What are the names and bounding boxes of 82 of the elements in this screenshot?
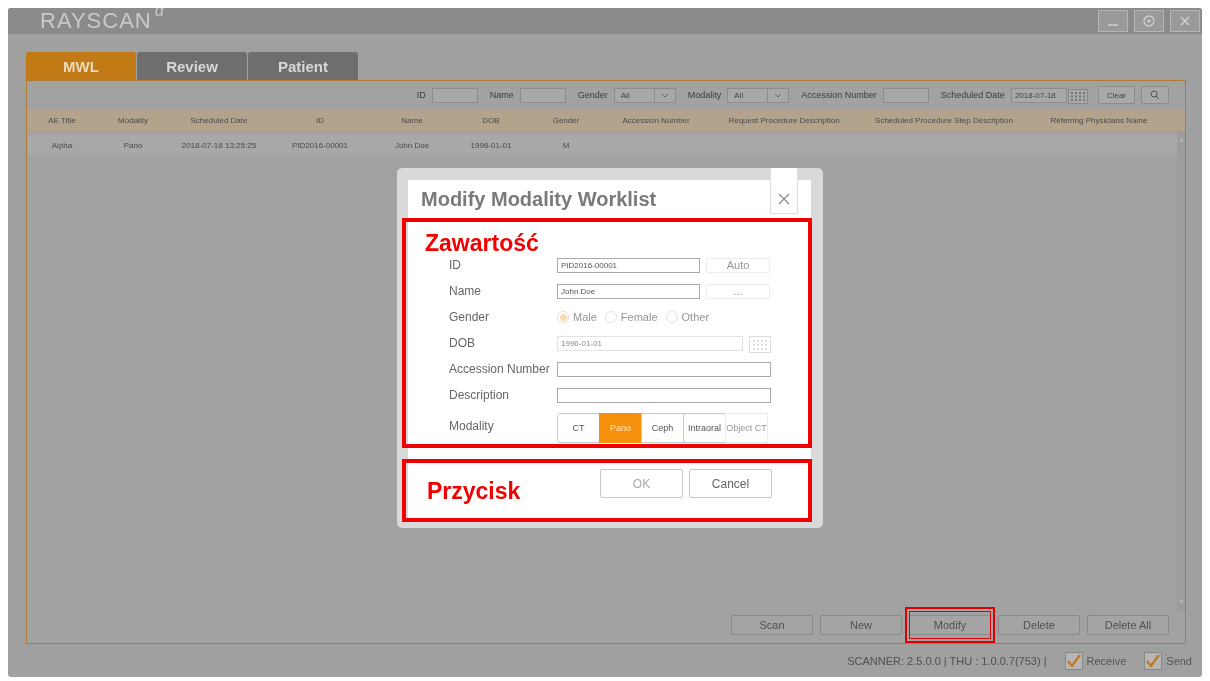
column-header: DOB [481,115,501,125]
modality-option[interactable]: Pano [599,413,642,444]
action-button[interactable]: New [820,615,902,636]
table-cell-text: M [561,140,571,150]
minimize-button[interactable] [1098,10,1128,32]
dropdown[interactable]: All [727,87,790,103]
input-field[interactable] [431,87,478,103]
action-button[interactable]: Scan [731,615,813,636]
field-label: Description [449,388,511,403]
field-label: DOB [449,336,476,351]
radio-label: Male [573,311,597,324]
field-label: Gender [449,310,491,325]
calendar-icon[interactable] [1067,86,1088,104]
search-button[interactable] [1141,86,1169,105]
column-header: Name [400,115,424,125]
field-label: Accession Number [449,362,551,377]
settings-icon [1142,14,1156,28]
input-field[interactable] [557,361,771,377]
modality-option[interactable]: Ceph [641,413,684,444]
modality-option[interactable]: CT [557,413,600,444]
search-icon [1150,90,1160,101]
column-header: Modality [117,115,149,125]
column-header: AE Title [47,115,77,125]
input-field[interactable] [882,87,929,103]
checkbox[interactable] [1144,651,1163,670]
filter-label: Scheduled Date [940,90,1005,101]
input-field[interactable] [519,87,566,103]
settings-button[interactable] [1134,10,1164,32]
action-button[interactable]: Modify [909,615,991,636]
input-field[interactable]: PID2016-00001 [557,257,700,273]
calendar-icon[interactable] [749,333,771,354]
scroll-up-icon[interactable] [1177,137,1185,144]
close-icon [1178,14,1192,28]
close-button[interactable] [1170,10,1200,32]
tab[interactable]: Review [137,52,247,81]
input-field[interactable] [557,387,771,403]
checkbox-label: Receive [1086,654,1127,667]
checkbox-label: Send [1166,654,1192,667]
filter-label: Accession Number [801,90,877,101]
radio-label: Female [620,311,658,324]
date-field[interactable]: 2018-07-18 [1010,87,1067,103]
annotation-label: Przycisk [427,480,521,503]
column-header: ID [315,115,325,125]
tab[interactable]: MWL [26,52,136,81]
table-cell-text: PID2016-00001 [290,140,349,150]
column-header: Referring Physicians Name [1049,115,1149,125]
column-header: Request Procedure Description [727,115,841,125]
action-button[interactable]: Delete All [1087,615,1169,636]
column-header: Scheduled Date [189,115,249,125]
column-header: Gender [551,115,581,125]
annotation-label: Zawartość [425,232,539,255]
dialog-title: Modify Modality Worklist [420,186,657,212]
modality-option[interactable]: Intraoral [683,413,726,444]
field-label: ID [449,258,462,273]
filter-label: Modality [687,90,722,101]
dropdown[interactable]: All [613,87,676,103]
clear-button[interactable]: Clear [1097,86,1135,105]
checkbox[interactable] [1064,651,1083,670]
input-field[interactable]: John Doe [557,283,700,299]
chevron-icon [660,92,669,98]
action-button[interactable]: Delete [998,615,1080,636]
table-cell-text: 2018-07-18 13:25:25 [180,140,258,150]
table-cell-text: 1996-01-01 [469,140,513,150]
chevron-icon [774,92,783,98]
tab[interactable]: Patient [248,52,358,81]
radio-label: Other [681,311,710,324]
column-header: Accession Number [621,115,691,125]
version-text: SCANNER: 2.5.0.0 | THU : 1.0.0.7(753) | [847,654,1047,667]
close-icon [778,193,790,205]
close-button[interactable] [770,168,798,214]
table-cell-text: John Doe [393,140,431,150]
table-cell-text: Alpha [50,140,74,150]
filter-label: ID [416,90,426,101]
field-label: Name [449,284,482,299]
dialog-button[interactable]: Cancel [689,469,772,499]
filter-label: Name [489,90,514,101]
minimize-icon [1108,24,1118,26]
table-cell-text: Pano [122,140,144,150]
scroll-down-icon[interactable] [1177,599,1185,606]
column-header: Scheduled Procedure Step Description [874,115,1014,125]
field-label: Modality [449,419,495,434]
filter-label: Gender [577,90,608,101]
